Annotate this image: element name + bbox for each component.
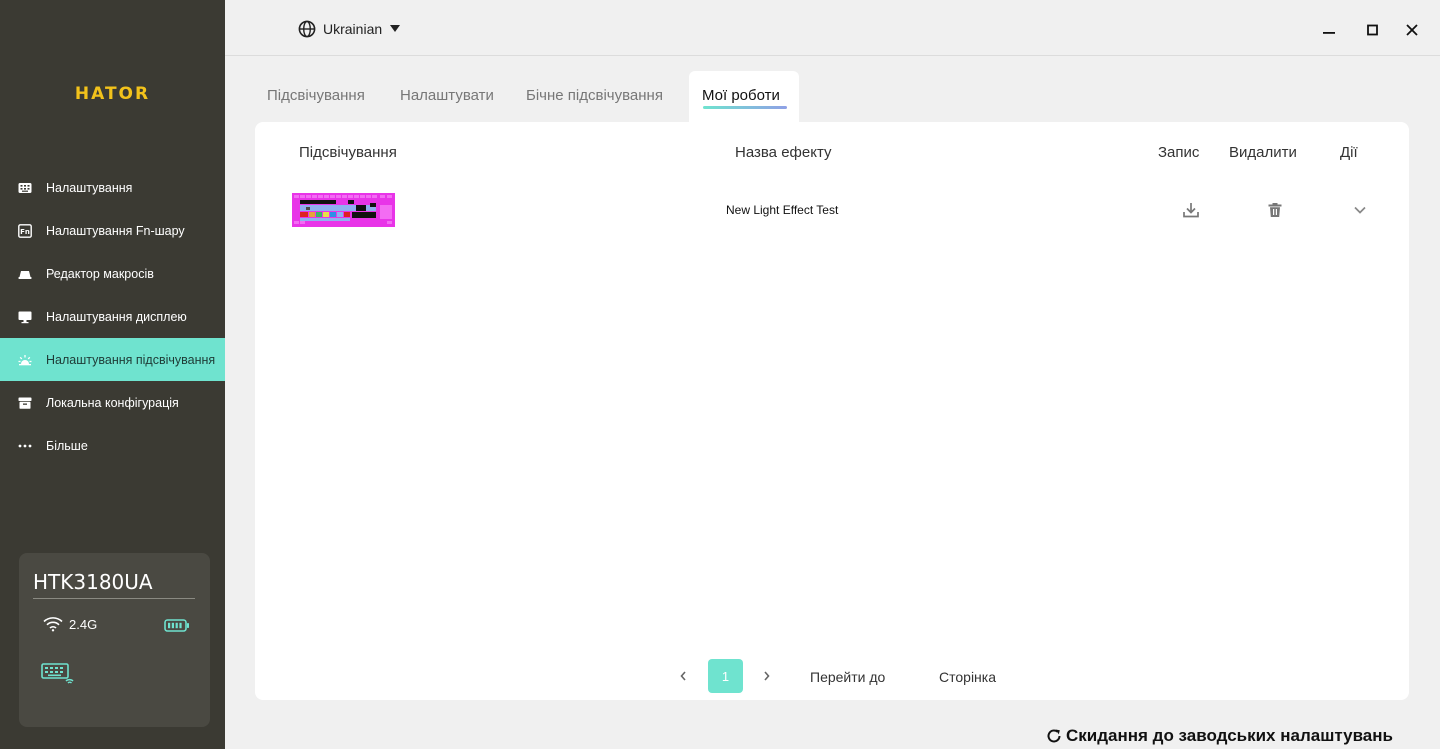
sidebar-item-label: Налаштування Fn-шару xyxy=(46,223,185,238)
divider xyxy=(33,598,195,599)
tab-customize[interactable]: Налаштувати xyxy=(400,87,494,104)
lighting-preview-thumbnail[interactable] xyxy=(292,193,395,227)
effect-name-cell: New Light Effect Test xyxy=(726,203,839,217)
download-record-button[interactable] xyxy=(1181,200,1201,220)
sidebar-item-display[interactable]: Налаштування дисплею xyxy=(0,295,225,338)
close-button[interactable] xyxy=(1402,20,1422,40)
maximize-icon xyxy=(1367,24,1378,36)
device-card[interactable]: HTK3180UA 2.4G xyxy=(19,553,210,727)
page-label: Сторінка xyxy=(939,669,996,685)
sidebar-item-macro-editor[interactable]: Редактор макросів xyxy=(0,252,225,295)
sidebar-item-label: Локальна конфігурація xyxy=(46,395,179,410)
fn-key-icon: Fn xyxy=(18,223,32,238)
trash-icon xyxy=(1268,203,1282,217)
connection-label: 2.4G xyxy=(69,616,98,632)
sidebar-item-local-config[interactable]: Локальна конфігурація xyxy=(0,381,225,424)
sidebar-nav: Налаштування Fn Налаштування Fn-шару Ред… xyxy=(0,166,225,467)
next-page-button[interactable] xyxy=(759,667,775,685)
device-name: HTK3180UA xyxy=(33,570,153,594)
sidebar-item-label: Редактор макросів xyxy=(46,266,154,281)
close-icon xyxy=(1406,24,1418,36)
wireless-keyboard-icon xyxy=(41,663,74,684)
battery-full-icon xyxy=(164,619,189,632)
sidebar-item-label: Налаштування xyxy=(46,180,133,195)
tab-side-lighting[interactable]: Бічне підсвічування xyxy=(526,87,663,104)
column-header-delete: Видалити xyxy=(1229,144,1297,161)
caret-down-icon xyxy=(390,25,401,32)
macro-icon xyxy=(18,267,32,281)
page-number-button[interactable]: 1 xyxy=(708,659,743,693)
column-header-lighting: Підсвічування xyxy=(299,144,397,161)
wifi-icon xyxy=(43,617,63,632)
language-selector[interactable]: Ukrainian xyxy=(298,20,401,38)
column-header-actions: Дії xyxy=(1340,144,1358,161)
sidebar-item-settings[interactable]: Налаштування xyxy=(0,166,225,209)
prev-page-button[interactable] xyxy=(675,667,691,685)
goto-page-label[interactable]: Перейти до xyxy=(810,669,885,685)
header-divider xyxy=(225,55,1440,56)
svg-text:Fn: Fn xyxy=(20,228,30,236)
sidebar: HATOR Налаштування Fn Налаштування Fn-ша… xyxy=(0,0,225,749)
sidebar-item-label: Налаштування підсвічування xyxy=(46,352,216,367)
keyboard-icon xyxy=(18,181,32,195)
column-header-record: Запис xyxy=(1158,144,1200,161)
factory-reset-label: Скидання до заводських налаштувань xyxy=(1066,726,1393,745)
archive-icon xyxy=(18,396,32,410)
monitor-icon xyxy=(18,310,32,324)
refresh-icon xyxy=(1047,729,1061,743)
sidebar-item-label: Налаштування дисплею xyxy=(46,309,187,324)
sidebar-item-more[interactable]: Більше xyxy=(0,424,225,467)
factory-reset-button[interactable]: Скидання до заводських налаштувань xyxy=(1046,726,1393,746)
minimize-icon xyxy=(1323,32,1335,34)
sidebar-item-lighting[interactable]: Налаштування підсвічування xyxy=(0,338,225,381)
active-tab-indicator xyxy=(703,106,787,109)
expand-actions-button[interactable] xyxy=(1350,200,1370,220)
download-icon xyxy=(1183,203,1199,218)
brand-logo: HATOR xyxy=(74,84,151,104)
column-header-effect-name: Назва ефекту xyxy=(735,144,832,161)
tab-my-works[interactable]: Мої роботи xyxy=(702,87,780,104)
sidebar-item-label: Більше xyxy=(46,438,88,453)
more-dots-icon xyxy=(18,439,32,453)
chevron-right-icon xyxy=(764,671,770,681)
maximize-button[interactable] xyxy=(1363,20,1383,40)
chevron-down-icon xyxy=(1354,206,1366,214)
connection-status: 2.4G xyxy=(43,616,97,632)
language-label: Ukrainian xyxy=(323,21,383,37)
chevron-left-icon xyxy=(680,671,686,681)
tab-lighting[interactable]: Підсвічування xyxy=(267,87,365,104)
delete-effect-button[interactable] xyxy=(1265,200,1285,220)
globe-icon xyxy=(298,20,316,38)
sidebar-item-fn-layer[interactable]: Fn Налаштування Fn-шару xyxy=(0,209,225,252)
minimize-button[interactable] xyxy=(1319,20,1339,40)
sun-light-icon xyxy=(18,353,32,367)
